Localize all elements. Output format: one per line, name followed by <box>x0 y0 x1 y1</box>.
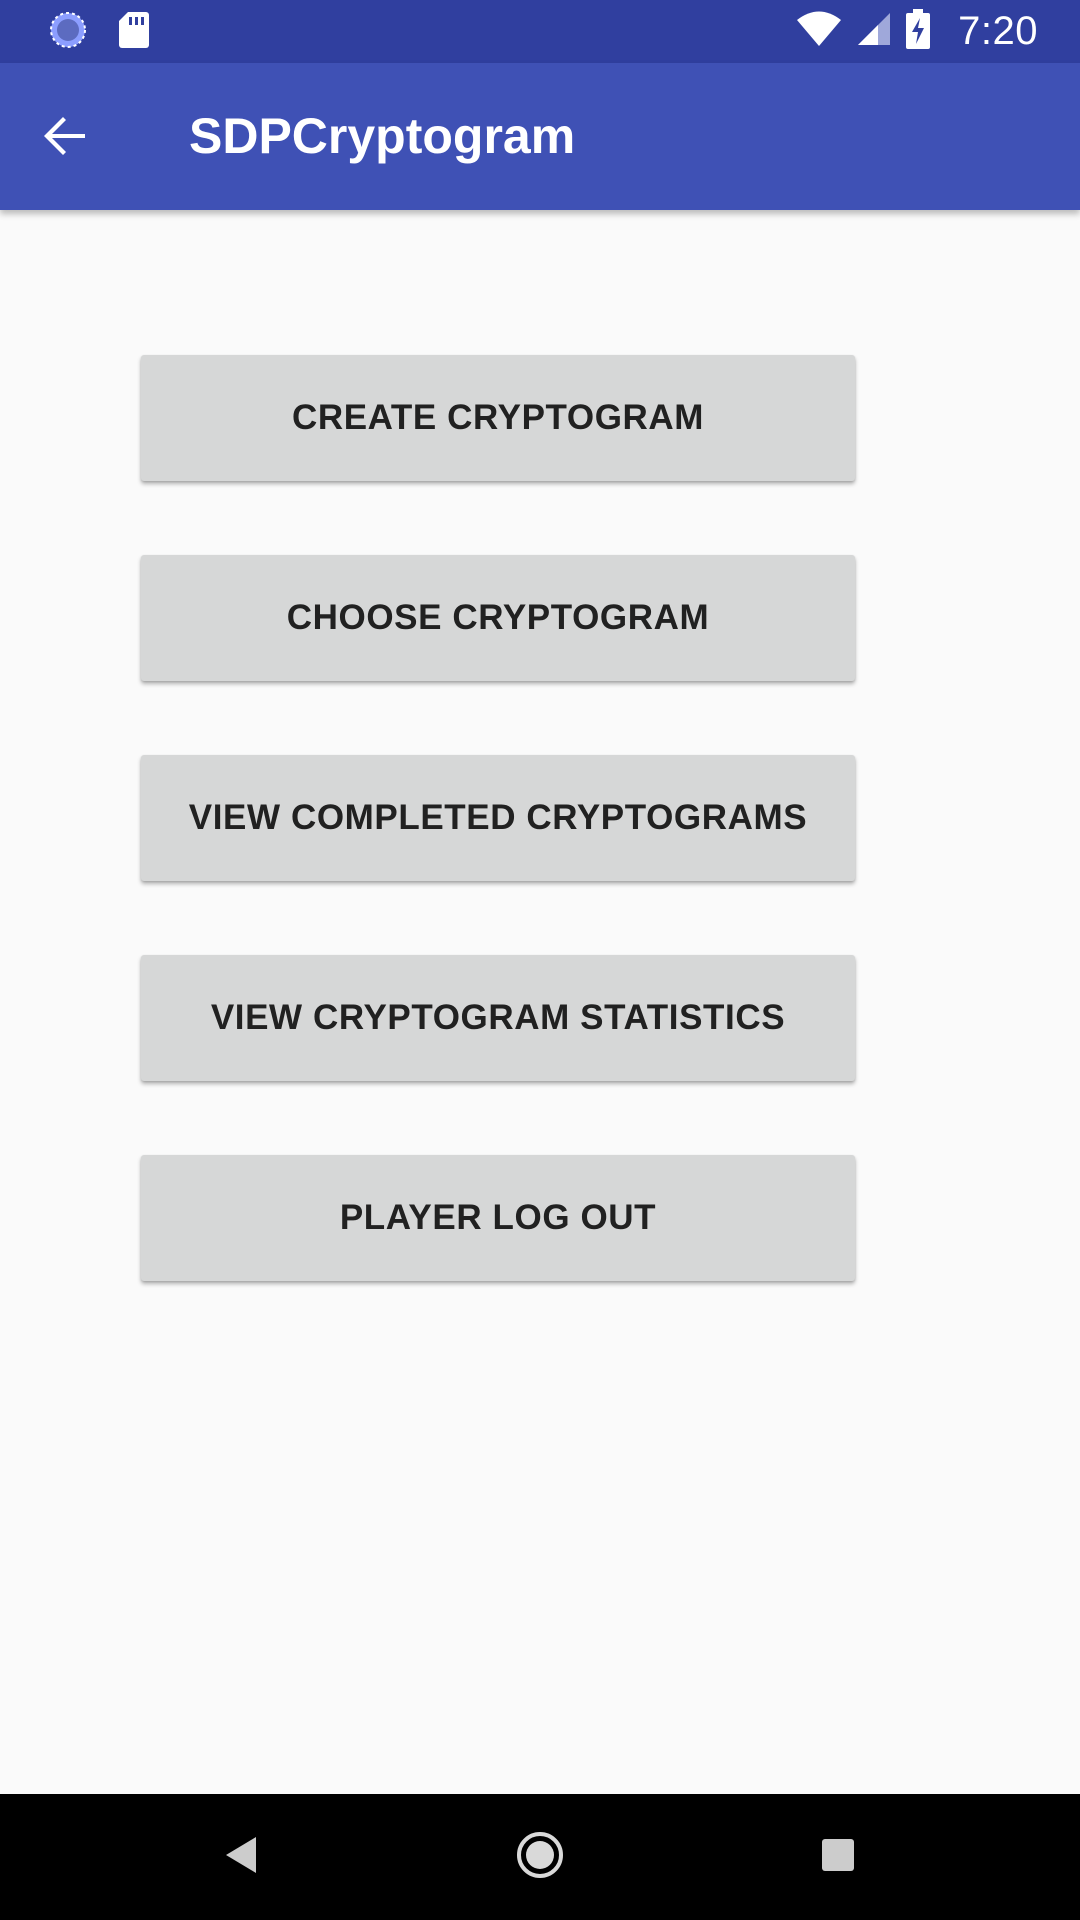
nav-back-button[interactable] <box>181 1794 301 1920</box>
nav-back-icon <box>224 1835 258 1880</box>
battery-charging-icon <box>906 9 931 54</box>
sync-icon <box>48 10 88 55</box>
navigation-bar <box>0 1794 1080 1920</box>
nav-home-icon <box>515 1830 565 1885</box>
sd-card-icon <box>118 11 150 54</box>
view-completed-cryptograms-button[interactable]: VIEW COMPLETED CRYPTOGRAMS <box>141 755 855 881</box>
player-log-out-button[interactable]: PLAYER LOG OUT <box>141 1155 855 1281</box>
nav-home-button[interactable] <box>480 1794 600 1920</box>
view-cryptogram-statistics-button[interactable]: VIEW CRYPTOGRAM STATISTICS <box>141 955 855 1081</box>
status-right-icons: 7:20 <box>796 0 1038 63</box>
status-bar: 7:20 <box>0 0 1080 63</box>
arrow-back-icon <box>41 112 89 165</box>
back-button[interactable] <box>30 103 100 173</box>
app-bar: SDPCryptogram <box>0 63 1080 210</box>
nav-recents-button[interactable] <box>778 1794 898 1920</box>
status-time: 7:20 <box>958 9 1038 53</box>
status-left-icons <box>48 10 150 55</box>
main-content: CREATE CRYPTOGRAM CHOOSE CRYPTOGRAM VIEW… <box>0 210 1080 1794</box>
app-title: SDPCryptogram <box>189 108 576 164</box>
nav-recents-icon <box>821 1838 855 1877</box>
create-cryptogram-button[interactable]: CREATE CRYPTOGRAM <box>141 355 855 481</box>
choose-cryptogram-button[interactable]: CHOOSE CRYPTOGRAM <box>141 555 855 681</box>
cell-signal-icon <box>856 11 892 52</box>
wifi-icon <box>796 11 842 52</box>
